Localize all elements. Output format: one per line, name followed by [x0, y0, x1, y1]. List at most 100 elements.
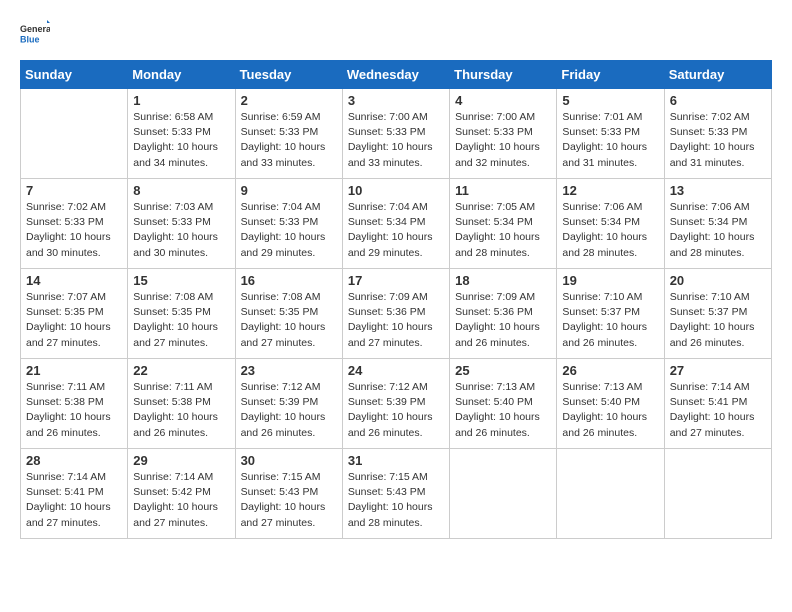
day-info: Sunrise: 7:09 AMSunset: 5:36 PMDaylight:… — [348, 290, 444, 351]
calendar-cell: 27Sunrise: 7:14 AMSunset: 5:41 PMDayligh… — [664, 359, 771, 449]
day-info: Sunrise: 6:58 AMSunset: 5:33 PMDaylight:… — [133, 110, 229, 171]
day-number: 15 — [133, 273, 229, 288]
day-number: 21 — [26, 363, 122, 378]
day-number: 31 — [348, 453, 444, 468]
calendar-cell: 6 Sunrise: 7:02 AMSunset: 5:33 PMDaylight… — [664, 89, 771, 179]
day-info: Sunrise: 7:02 AMSunset: 5:33 PMDaylight:… — [26, 200, 122, 261]
header-thursday: Thursday — [450, 61, 557, 89]
calendar-cell: 2 Sunrise: 6:59 AMSunset: 5:33 PMDaylight… — [235, 89, 342, 179]
calendar-cell — [21, 89, 128, 179]
day-info: Sunrise: 7:12 AMSunset: 5:39 PMDaylight:… — [241, 380, 337, 441]
day-info: Sunrise: 7:07 AMSunset: 5:35 PMDaylight:… — [26, 290, 122, 351]
day-info: Sunrise: 7:04 AMSunset: 5:34 PMDaylight:… — [348, 200, 444, 261]
day-number: 30 — [241, 453, 337, 468]
svg-text:Blue: Blue — [20, 35, 40, 45]
day-info: Sunrise: 7:08 AMSunset: 5:35 PMDaylight:… — [133, 290, 229, 351]
day-info: Sunrise: 7:14 AMSunset: 5:41 PMDaylight:… — [26, 470, 122, 531]
day-number: 27 — [670, 363, 766, 378]
calendar-cell — [450, 449, 557, 539]
day-info: Sunrise: 7:15 AMSunset: 5:43 PMDaylight:… — [241, 470, 337, 531]
day-info: Sunrise: 7:09 AMSunset: 5:36 PMDaylight:… — [455, 290, 551, 351]
calendar-cell — [664, 449, 771, 539]
calendar-cell: 5 Sunrise: 7:01 AMSunset: 5:33 PMDaylight… — [557, 89, 664, 179]
header-tuesday: Tuesday — [235, 61, 342, 89]
day-number: 9 — [241, 183, 337, 198]
week-row-3: 14Sunrise: 7:07 AMSunset: 5:35 PMDayligh… — [21, 269, 772, 359]
calendar-cell: 18 Sunrise: 7:09 AMSunset: 5:36 PMDayligh… — [450, 269, 557, 359]
day-number: 29 — [133, 453, 229, 468]
day-info: Sunrise: 7:00 AMSunset: 5:33 PMDaylight:… — [455, 110, 551, 171]
day-info: Sunrise: 7:14 AMSunset: 5:42 PMDaylight:… — [133, 470, 229, 531]
day-number: 22 — [133, 363, 229, 378]
day-info: Sunrise: 7:11 AMSunset: 5:38 PMDaylight:… — [133, 380, 229, 441]
calendar-cell: 11 Sunrise: 7:05 AMSunset: 5:34 PMDayligh… — [450, 179, 557, 269]
svg-text:General: General — [20, 24, 50, 34]
day-number: 2 — [241, 93, 337, 108]
day-number: 28 — [26, 453, 122, 468]
calendar-cell: 21Sunrise: 7:11 AMSunset: 5:38 PMDayligh… — [21, 359, 128, 449]
calendar-cell: 9 Sunrise: 7:04 AMSunset: 5:33 PMDaylight… — [235, 179, 342, 269]
calendar-cell: 26Sunrise: 7:13 AMSunset: 5:40 PMDayligh… — [557, 359, 664, 449]
day-number: 18 — [455, 273, 551, 288]
day-number: 6 — [670, 93, 766, 108]
calendar-cell: 25 Sunrise: 7:13 AMSunset: 5:40 PMDayligh… — [450, 359, 557, 449]
calendar-cell: 8 Sunrise: 7:03 AMSunset: 5:33 PMDaylight… — [128, 179, 235, 269]
day-number: 24 — [348, 363, 444, 378]
calendar-cell: 7 Sunrise: 7:02 AMSunset: 5:33 PMDaylight… — [21, 179, 128, 269]
day-info: Sunrise: 7:00 AMSunset: 5:33 PMDaylight:… — [348, 110, 444, 171]
week-row-1: 1 Sunrise: 6:58 AMSunset: 5:33 PMDaylight… — [21, 89, 772, 179]
day-info: Sunrise: 7:02 AMSunset: 5:33 PMDaylight:… — [670, 110, 766, 171]
calendar-cell: 28 Sunrise: 7:14 AMSunset: 5:41 PMDayligh… — [21, 449, 128, 539]
header-friday: Friday — [557, 61, 664, 89]
calendar-cell: 3 Sunrise: 7:00 AMSunset: 5:33 PMDaylight… — [342, 89, 449, 179]
calendar-cell: 13 Sunrise: 7:06 AMSunset: 5:34 PMDayligh… — [664, 179, 771, 269]
day-number: 10 — [348, 183, 444, 198]
header-sunday: Sunday — [21, 61, 128, 89]
day-number: 3 — [348, 93, 444, 108]
day-number: 7 — [26, 183, 122, 198]
day-number: 11 — [455, 183, 551, 198]
day-number: 8 — [133, 183, 229, 198]
day-number: 20 — [670, 273, 766, 288]
day-info: Sunrise: 7:13 AMSunset: 5:40 PMDaylight:… — [562, 380, 658, 441]
logo-icon: General Blue — [20, 20, 50, 50]
calendar-cell: 30 Sunrise: 7:15 AMSunset: 5:43 PMDayligh… — [235, 449, 342, 539]
day-number: 19 — [562, 273, 658, 288]
calendar-cell: 10 Sunrise: 7:04 AMSunset: 5:34 PMDayligh… — [342, 179, 449, 269]
calendar-table: SundayMondayTuesdayWednesdayThursdayFrid… — [20, 60, 772, 539]
day-number: 5 — [562, 93, 658, 108]
calendar-cell: 19Sunrise: 7:10 AMSunset: 5:37 PMDayligh… — [557, 269, 664, 359]
calendar-cell — [557, 449, 664, 539]
calendar-cell: 4Sunrise: 7:00 AMSunset: 5:33 PMDaylight… — [450, 89, 557, 179]
calendar-cell: 29 Sunrise: 7:14 AMSunset: 5:42 PMDayligh… — [128, 449, 235, 539]
calendar-cell: 15 Sunrise: 7:08 AMSunset: 5:35 PMDayligh… — [128, 269, 235, 359]
header-saturday: Saturday — [664, 61, 771, 89]
day-info: Sunrise: 7:06 AMSunset: 5:34 PMDaylight:… — [670, 200, 766, 261]
day-info: Sunrise: 7:03 AMSunset: 5:33 PMDaylight:… — [133, 200, 229, 261]
calendar-cell: 16 Sunrise: 7:08 AMSunset: 5:35 PMDayligh… — [235, 269, 342, 359]
header-monday: Monday — [128, 61, 235, 89]
calendar-cell: 20 Sunrise: 7:10 AMSunset: 5:37 PMDayligh… — [664, 269, 771, 359]
header-wednesday: Wednesday — [342, 61, 449, 89]
calendar-cell: 1 Sunrise: 6:58 AMSunset: 5:33 PMDaylight… — [128, 89, 235, 179]
day-number: 16 — [241, 273, 337, 288]
day-info: Sunrise: 7:04 AMSunset: 5:33 PMDaylight:… — [241, 200, 337, 261]
day-number: 17 — [348, 273, 444, 288]
day-info: Sunrise: 7:08 AMSunset: 5:35 PMDaylight:… — [241, 290, 337, 351]
day-number: 25 — [455, 363, 551, 378]
day-info: Sunrise: 7:13 AMSunset: 5:40 PMDaylight:… — [455, 380, 551, 441]
day-info: Sunrise: 7:01 AMSunset: 5:33 PMDaylight:… — [562, 110, 658, 171]
day-number: 13 — [670, 183, 766, 198]
calendar-cell: 23Sunrise: 7:12 AMSunset: 5:39 PMDayligh… — [235, 359, 342, 449]
calendar-cell: 12Sunrise: 7:06 AMSunset: 5:34 PMDayligh… — [557, 179, 664, 269]
day-number: 1 — [133, 93, 229, 108]
logo: General Blue — [20, 20, 50, 50]
day-info: Sunrise: 7:10 AMSunset: 5:37 PMDaylight:… — [670, 290, 766, 351]
day-info: Sunrise: 7:05 AMSunset: 5:34 PMDaylight:… — [455, 200, 551, 261]
week-row-5: 28 Sunrise: 7:14 AMSunset: 5:41 PMDayligh… — [21, 449, 772, 539]
day-info: Sunrise: 7:15 AMSunset: 5:43 PMDaylight:… — [348, 470, 444, 531]
day-info: Sunrise: 6:59 AMSunset: 5:33 PMDaylight:… — [241, 110, 337, 171]
page-header: General Blue — [20, 20, 772, 50]
day-number: 12 — [562, 183, 658, 198]
calendar-cell: 22 Sunrise: 7:11 AMSunset: 5:38 PMDayligh… — [128, 359, 235, 449]
